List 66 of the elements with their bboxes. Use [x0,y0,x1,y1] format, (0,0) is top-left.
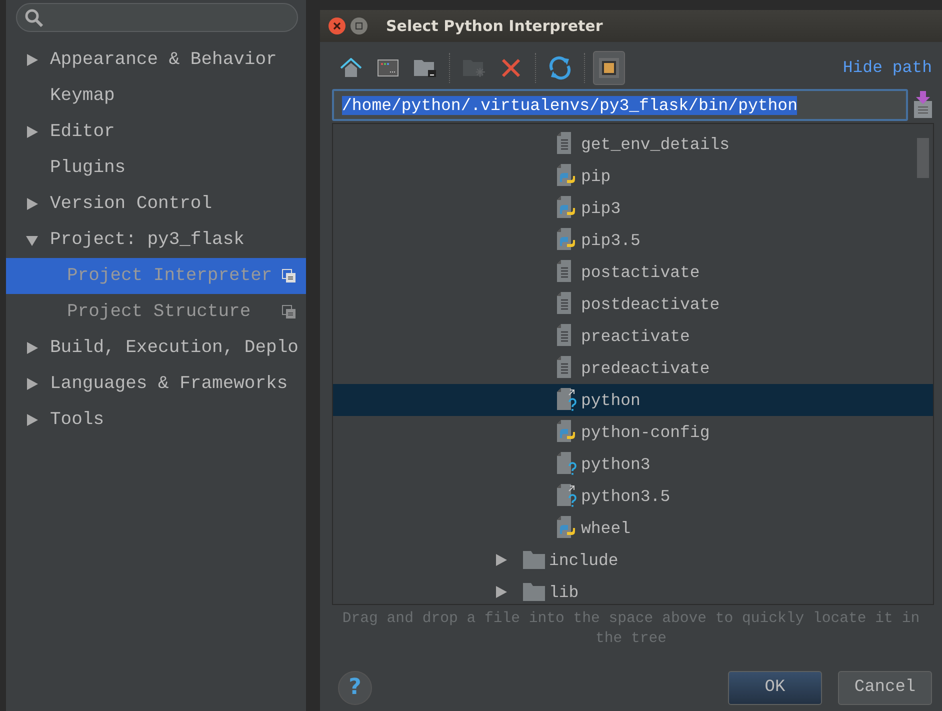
settings-category[interactable]: Version Control [50,194,306,214]
collapsed-arrow-icon[interactable] [26,341,38,355]
cancel-button[interactable]: Cancel [838,670,932,704]
file-row[interactable]: python3 [333,448,933,480]
folder-row[interactable]: lib [333,576,933,604]
collapsed-arrow-icon[interactable] [26,413,38,427]
settings-category[interactable]: Keymap [50,86,306,106]
folder-row[interactable]: include [333,544,933,576]
settings-category[interactable]: Languages & Frameworks [50,374,306,394]
collapsed-arrow-icon[interactable] [495,585,507,599]
settings-page[interactable]: Project Structure [6,294,306,330]
collapsed-arrow-icon[interactable] [26,125,38,139]
settings-category[interactable]: Appearance & Behavior [50,50,306,70]
scrollbar-thumb[interactable] [917,138,929,178]
python-file-icon [555,196,577,220]
ok-button[interactable]: OK [728,670,822,704]
maximize-icon[interactable] [350,17,368,35]
new-folder-icon [462,58,486,78]
folder-icon [523,583,545,601]
help-button[interactable]: ? [338,670,372,704]
file-row[interactable]: postdeactivate [333,288,933,320]
link-file-icon [555,484,577,508]
path-field[interactable]: /home/python/.virtualenvs/py3_flask/bin/python [332,89,908,121]
copy-icon [282,269,296,283]
file-row[interactable]: wheel [333,512,933,544]
python-file-icon [555,164,577,188]
close-icon[interactable] [328,17,346,35]
python-file-icon [555,228,577,252]
refresh-icon [548,56,572,80]
python-file-icon [555,516,577,540]
file-row[interactable]: postactivate [333,256,933,288]
hidden-files-button[interactable] [593,50,625,84]
file-row[interactable]: python-config [333,416,933,448]
collapsed-arrow-icon[interactable] [26,377,38,391]
file-row[interactable]: pip3.5 [333,224,933,256]
collapsed-arrow-icon[interactable] [26,197,38,211]
download-icon[interactable] [912,91,934,119]
folder-icon [523,551,545,569]
file-row[interactable]: pip [333,160,933,192]
python-file-icon [555,420,577,444]
file-row[interactable]: get_env_details [333,128,933,160]
folder-icon [413,58,437,78]
settings-category[interactable]: Project: py3_flask [50,230,306,250]
hidden-files-icon [598,56,620,78]
collapsed-arrow-icon[interactable] [495,553,507,567]
search-icon [25,8,43,26]
file-row[interactable]: pip3 [333,192,933,224]
window-title: Select Python Interpreter [386,17,603,35]
search-field[interactable] [16,3,298,32]
settings-category[interactable]: Editor [50,122,306,142]
home-icon [340,58,362,78]
copy-icon [282,305,296,319]
file-row[interactable]: preactivate [333,320,933,352]
unknown-file-icon [555,452,577,476]
window-icon [377,58,399,78]
file-row[interactable]: python [333,384,933,416]
delete-icon [501,58,521,78]
expanded-arrow-icon[interactable] [26,233,38,247]
collapsed-arrow-icon[interactable] [26,53,38,67]
file-row[interactable]: predeactivate [333,352,933,384]
file-row[interactable]: python3.5 [333,480,933,512]
settings-category[interactable]: Build, Execution, Deplo [50,338,306,358]
hide-path-link[interactable]: Hide path [842,58,932,77]
link-file-icon [555,388,577,412]
settings-category[interactable]: Tools [50,410,306,430]
settings-category[interactable]: Plugins [50,158,306,178]
